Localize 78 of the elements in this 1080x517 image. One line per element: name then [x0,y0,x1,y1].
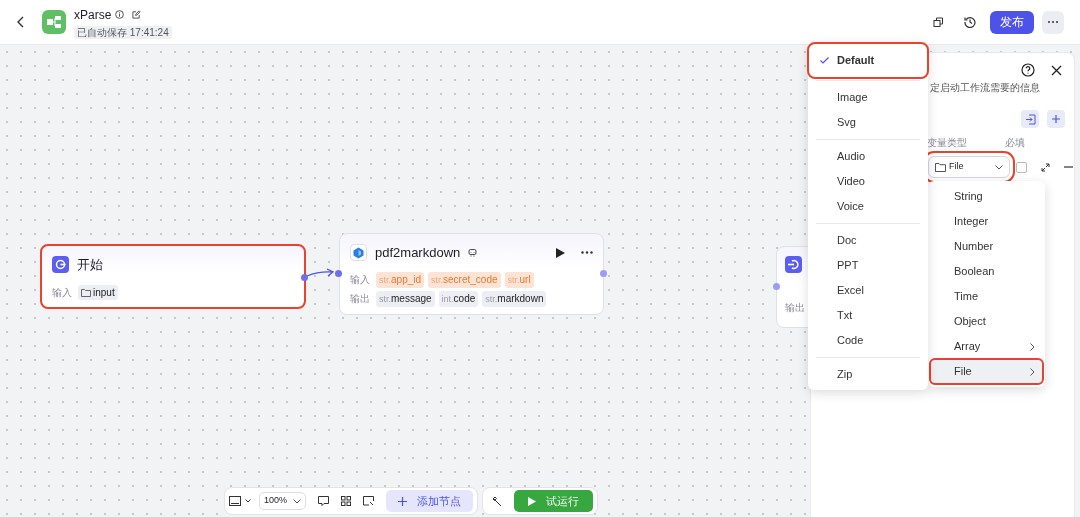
history-icon[interactable] [964,16,976,28]
more-button[interactable] [1042,10,1064,34]
node-title: pdf2markdown [375,244,461,262]
add-node-button[interactable]: 添加节点 [386,490,474,512]
type-menu-item[interactable]: Time [930,284,1043,309]
run-icon[interactable] [556,247,565,258]
caret-icon [245,499,251,503]
chevron-icon [1030,367,1035,376]
file-type-menu-item[interactable]: Default [810,45,926,76]
column-header: 变量类型 [927,136,968,150]
file-type-menu-item[interactable]: Audio [810,144,926,169]
row-label: 输入 [350,273,371,287]
plus-icon [1051,114,1061,124]
cube-icon [350,244,367,262]
file-type-menu-item[interactable]: Code [810,328,926,353]
comment-icon[interactable] [318,496,330,506]
close-icon[interactable] [1051,64,1062,76]
column-header: 必填 [1005,136,1025,150]
app-title: xParse [74,6,112,24]
chevron-icon [1030,342,1035,351]
type-menu-item[interactable]: Object [930,309,1043,334]
grid-icon[interactable] [341,496,352,506]
workflow-node[interactable]: pdf2markdown 输入 str.app_id str.secret_code str.url 输出 str.message int.code str.markdown [339,233,604,315]
type-menu-item[interactable]: File [930,359,1043,384]
variable-tag: str.message [376,290,435,307]
panel-description: 定启动工作流需要的信息 [930,81,1041,95]
file-type-menu-item[interactable]: Zip [810,362,926,387]
app-logo-icon [42,10,66,34]
copy-icon[interactable] [933,16,944,28]
connection-port [335,270,342,277]
add-button[interactable] [1047,110,1065,128]
row-label: 输入 [52,285,73,300]
type-menu-item[interactable]: Integer [930,209,1043,234]
type-menu-item[interactable]: Number [930,234,1043,259]
file-type-menu-item[interactable]: Svg [810,110,926,135]
connection-port [773,283,780,290]
variable-tag: str.url [504,271,534,288]
required-checkbox[interactable] [1016,161,1027,173]
expand-icon[interactable] [1041,162,1050,172]
file-type-menu-item[interactable]: Image [810,85,926,110]
minimap-icon[interactable] [363,496,375,506]
end-icon [785,256,802,273]
connection-port [600,270,607,277]
zoom-select[interactable]: 100% [259,492,307,510]
layout-button[interactable] [229,496,251,506]
caret-icon [293,498,302,504]
publish-button[interactable]: 发布 [990,10,1034,34]
back-button[interactable] [16,16,26,28]
robot-icon [468,248,478,258]
row-label: 输出 [785,301,805,315]
info-icon[interactable] [115,10,125,19]
type-menu-item[interactable]: String [930,184,1043,209]
type-menu-item[interactable]: Boolean [930,259,1043,284]
check-icon [820,57,829,64]
play-icon [528,496,536,506]
folder-icon [81,288,91,297]
import-icon [1024,113,1036,125]
autosave-badge: 已自动保存 17:41:24 [74,25,172,39]
caret-icon [995,164,1003,170]
variable-tag: str.app_id [376,271,425,288]
help-icon[interactable] [1021,63,1035,77]
edit-icon[interactable] [132,10,142,19]
connection-port [301,274,308,281]
file-type-menu-item[interactable]: Video [810,169,926,194]
variable-tag: input [78,284,118,300]
start-icon [52,256,69,274]
variable-tag: str.secret_code [428,271,501,288]
file-type-menu-item[interactable]: Voice [810,194,926,219]
folder-icon [935,162,946,172]
plus-icon [398,496,408,506]
debug-icon[interactable] [491,495,502,507]
more-icon[interactable] [581,251,593,255]
variable-tag: int.code [438,290,479,307]
row-label: 输出 [350,292,371,306]
node-title: 开始 [77,256,103,274]
variable-tag: str.markdown [482,290,547,307]
import-button[interactable] [1021,110,1039,128]
workflow-node[interactable]: 开始 输入 input [40,244,306,309]
